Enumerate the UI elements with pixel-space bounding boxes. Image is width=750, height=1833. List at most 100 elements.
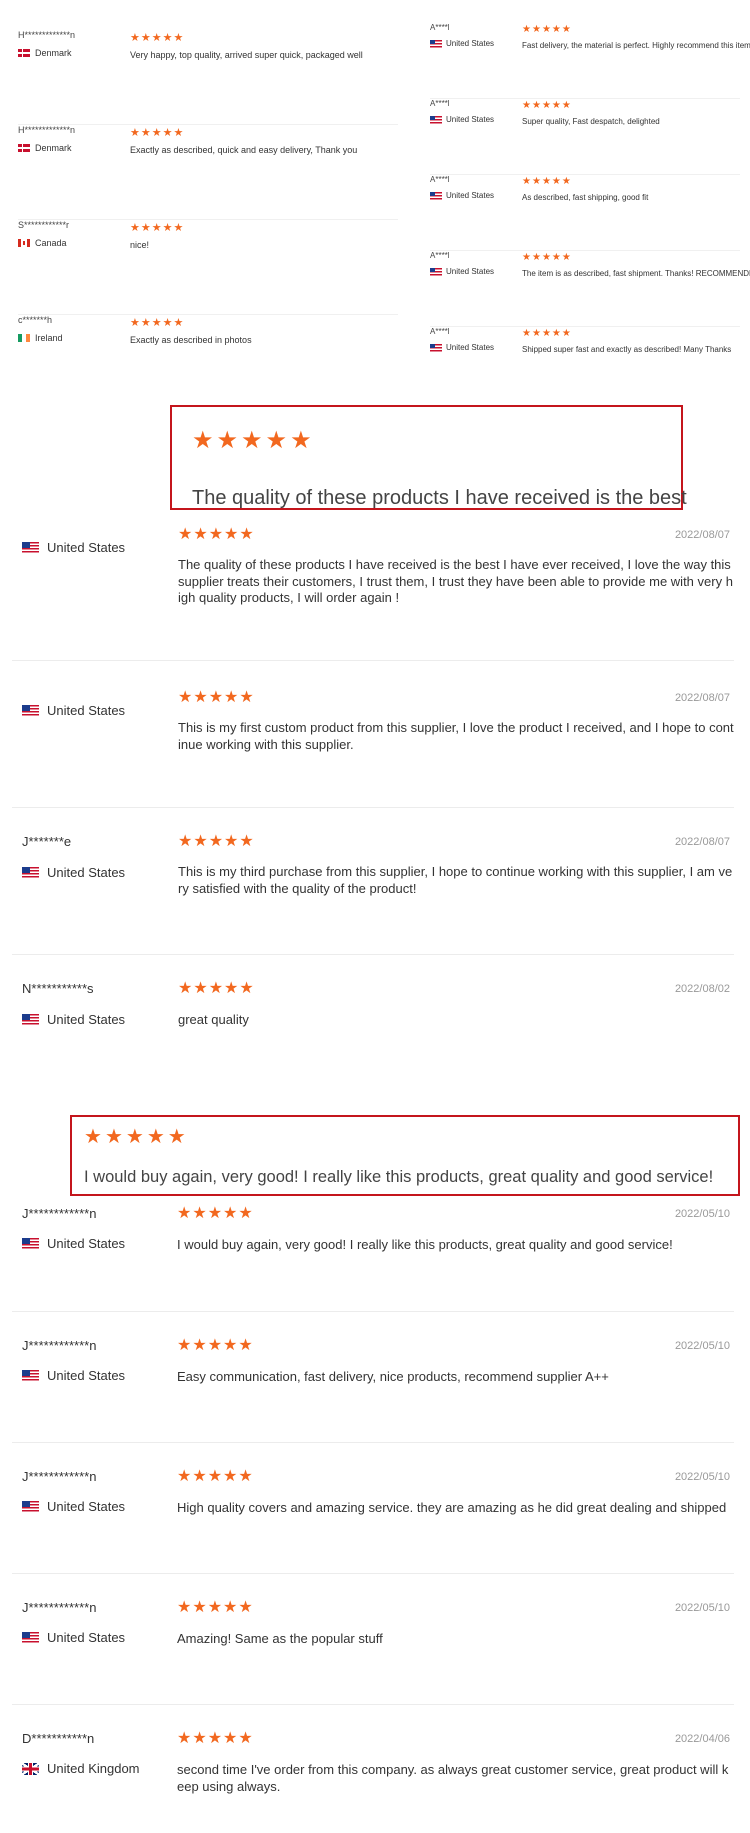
star-icon: ★ bbox=[223, 1205, 238, 1222]
star-icon: ★ bbox=[177, 1205, 192, 1222]
star-icon: ★ bbox=[561, 24, 571, 35]
rating-stars: ★ ★ ★ ★ ★ bbox=[522, 253, 571, 263]
review-text: The quality of these products I have rec… bbox=[178, 557, 733, 605]
rating-stars: ★ ★ ★ ★ ★ bbox=[130, 33, 183, 44]
rating-stars: ★ ★ ★ ★ ★ bbox=[130, 128, 183, 139]
star-icon: ★ bbox=[192, 427, 214, 454]
star-icon: ★ bbox=[522, 176, 531, 187]
rating-stars: ★ ★ ★ ★ ★ bbox=[522, 101, 571, 111]
star-icon: ★ bbox=[223, 1337, 238, 1354]
review-text: Amazing! Same as the popular stuff bbox=[177, 1631, 383, 1646]
star-icon: ★ bbox=[216, 427, 239, 454]
star-icon: ★ bbox=[130, 222, 140, 234]
country-label: United States bbox=[47, 1012, 126, 1027]
reviewer-country: Canada bbox=[18, 238, 67, 248]
reviewer-name: J************n bbox=[22, 1469, 97, 1484]
highlighted-review-callout: ★ ★ ★ ★ ★ The quality of these products I ha… bbox=[170, 405, 687, 510]
reviewer-name: A****l bbox=[430, 99, 450, 108]
rating-stars: ★ ★ ★ ★ ★ bbox=[522, 177, 571, 187]
star-icon: ★ bbox=[522, 24, 531, 35]
review-text: Very happy, top quality, arrived super q… bbox=[130, 50, 363, 60]
reviewer-country: United States bbox=[22, 1236, 125, 1251]
star-icon: ★ bbox=[224, 526, 239, 543]
review-text: nice! bbox=[130, 240, 150, 250]
star-icon: ★ bbox=[265, 427, 288, 454]
reviewer-name: J************n bbox=[22, 1338, 97, 1353]
star-icon: ★ bbox=[84, 1126, 102, 1148]
star-icon: ★ bbox=[551, 176, 561, 187]
rating-stars: ★ ★ ★ ★ ★ bbox=[178, 834, 254, 850]
reviewer-country: United States bbox=[430, 191, 494, 200]
star-icon: ★ bbox=[177, 1730, 192, 1747]
us-flag-icon bbox=[22, 704, 39, 717]
list-item: A****l United States ★ ★ ★ ★ ★ The item is a… bbox=[430, 251, 750, 327]
star-icon: ★ bbox=[140, 127, 151, 139]
star-icon: ★ bbox=[239, 833, 254, 850]
reviewer-name: J*******e bbox=[22, 834, 72, 849]
star-icon: ★ bbox=[151, 127, 162, 139]
star-icon: ★ bbox=[193, 689, 208, 706]
highlight-text: I would buy again, very good! I really l… bbox=[84, 1168, 714, 1186]
review-date: 2022/08/07 bbox=[674, 692, 730, 704]
rating-stars: ★ ★ ★ ★ ★ bbox=[178, 690, 254, 706]
reviewer-name: c*******h bbox=[18, 315, 53, 325]
star-icon: ★ bbox=[208, 980, 224, 997]
review-text: High quality covers and amazing service.… bbox=[177, 1500, 727, 1515]
reviewer-country: Ireland bbox=[18, 333, 63, 343]
star-icon: ★ bbox=[162, 32, 173, 44]
rating-stars: ★ ★ ★ ★ ★ bbox=[522, 329, 571, 339]
review-text: Fast delivery, the material is perfect. … bbox=[522, 41, 750, 50]
reviewer-name: A****l bbox=[430, 175, 450, 184]
star-icon: ★ bbox=[208, 833, 224, 850]
reviewer-name: H*************n bbox=[18, 30, 76, 40]
us-flag-icon bbox=[430, 115, 442, 124]
rating-stars: ★ ★ ★ ★ ★ bbox=[522, 25, 571, 35]
country-label: Canada bbox=[35, 238, 67, 248]
review-text: As described, fast shipping, good fit bbox=[522, 193, 649, 202]
country-label: United States bbox=[446, 267, 495, 276]
star-icon: ★ bbox=[192, 1337, 207, 1354]
star-icon: ★ bbox=[173, 222, 184, 234]
table-row: J************n United States ★ ★ ★ ★ ★ 2022/… bbox=[12, 1574, 734, 1705]
uk-flag-icon bbox=[22, 1762, 39, 1775]
star-icon: ★ bbox=[151, 222, 162, 234]
us-flag-icon bbox=[430, 343, 442, 352]
country-label: Denmark bbox=[35, 48, 72, 58]
star-icon: ★ bbox=[173, 32, 184, 44]
country-label: Denmark bbox=[35, 143, 72, 153]
table-row: N***********s United States ★ ★ ★ ★ ★ 2022/0… bbox=[12, 955, 734, 1095]
star-icon: ★ bbox=[193, 833, 208, 850]
star-icon: ★ bbox=[238, 1599, 253, 1616]
reviewer-country: Denmark bbox=[18, 48, 72, 58]
rating-stars: ★ ★ ★ ★ ★ bbox=[130, 223, 183, 234]
table-row: J************n United States ★ ★ ★ ★ ★ 2022/… bbox=[12, 1312, 734, 1443]
star-icon: ★ bbox=[192, 1468, 207, 1485]
reviewer-country: United States bbox=[430, 267, 494, 276]
review-text: The item is as described, fast shipment.… bbox=[522, 269, 750, 278]
review-text: Exactly as described in photos bbox=[130, 335, 252, 345]
review-date: 2022/08/02 bbox=[674, 983, 730, 995]
star-icon: ★ bbox=[177, 1599, 192, 1616]
star-icon: ★ bbox=[173, 127, 184, 139]
review-date: 2022/08/07 bbox=[674, 836, 730, 848]
star-icon: ★ bbox=[151, 317, 162, 329]
table-row: United States ★ ★ ★ ★ ★ 2022/08/07 This is m… bbox=[12, 661, 734, 808]
reviewer-country: United States bbox=[22, 1630, 125, 1645]
star-icon: ★ bbox=[130, 32, 140, 44]
star-icon: ★ bbox=[239, 689, 254, 706]
star-icon: ★ bbox=[241, 427, 263, 454]
star-icon: ★ bbox=[223, 1730, 238, 1747]
star-icon: ★ bbox=[541, 328, 551, 339]
star-icon: ★ bbox=[178, 689, 193, 706]
star-icon: ★ bbox=[162, 127, 173, 139]
star-icon: ★ bbox=[224, 833, 239, 850]
star-icon: ★ bbox=[151, 32, 162, 44]
star-icon: ★ bbox=[522, 100, 531, 111]
country-label: United States bbox=[47, 1630, 126, 1645]
star-icon: ★ bbox=[167, 1126, 186, 1148]
rating-stars: ★ ★ ★ ★ ★ bbox=[130, 318, 183, 329]
star-icon: ★ bbox=[146, 1126, 165, 1148]
star-icon: ★ bbox=[207, 1599, 223, 1616]
review-text: Exactly as described, quick and easy del… bbox=[130, 145, 358, 155]
star-icon: ★ bbox=[522, 252, 531, 263]
